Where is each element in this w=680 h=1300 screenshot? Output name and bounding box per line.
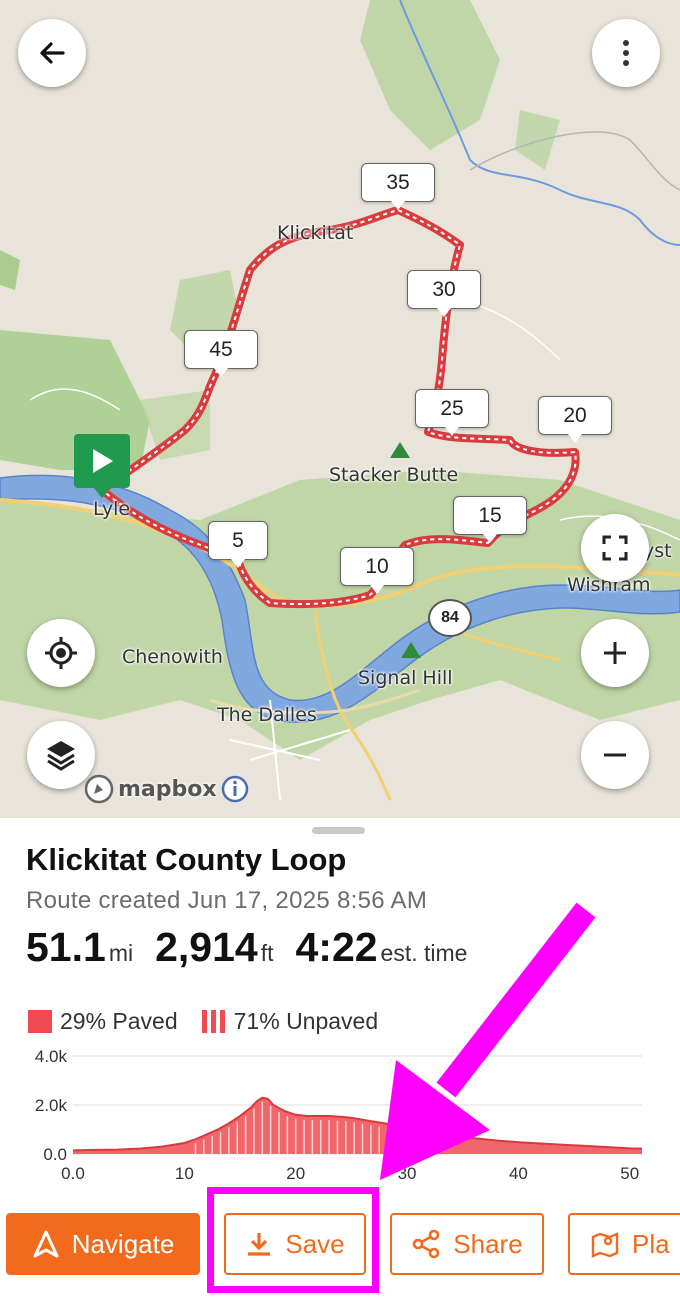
pointer-arrow-icon	[380, 1060, 490, 1180]
pointer-arrow-overlay	[380, 902, 596, 1180]
